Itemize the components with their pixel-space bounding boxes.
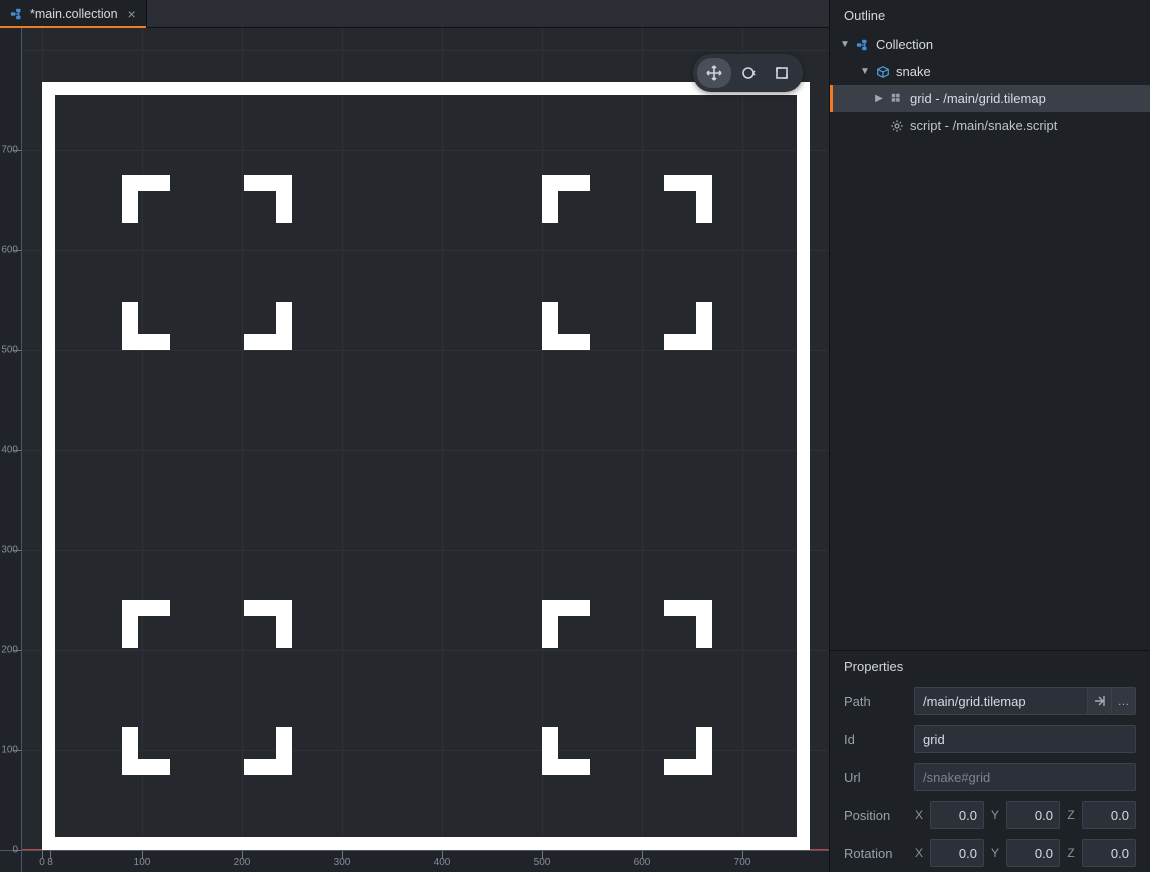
prop-label: Path (844, 694, 904, 709)
prop-row-rotation: Rotation X Y Z (830, 834, 1150, 872)
scene-canvas[interactable] (22, 28, 829, 850)
ruler-corner (0, 850, 22, 872)
node-label: Collection (876, 37, 933, 52)
properties-panel: Properties Path /main/grid.tilemap … Id … (830, 650, 1150, 872)
node-label: script - /main/snake.script (910, 118, 1057, 133)
axis-label: Y (990, 846, 1000, 860)
prop-label: Id (844, 732, 904, 747)
prop-label: Rotation (844, 846, 904, 861)
collection-icon (10, 7, 24, 21)
prop-row-url: Url /snake#grid (830, 758, 1150, 796)
collection-icon (856, 38, 870, 52)
node-label: grid - /main/grid.tilemap (910, 91, 1046, 106)
rotation-z-input[interactable] (1082, 839, 1136, 867)
tilemap-icon (890, 92, 904, 106)
close-icon[interactable]: × (128, 7, 136, 21)
axis-label: Z (1066, 808, 1076, 822)
prop-row-id: Id grid (830, 720, 1150, 758)
scale-tool-button[interactable] (765, 58, 799, 88)
editor-area: *main.collection × 010020030040050060070… (0, 0, 829, 872)
outline-node-grid[interactable]: grid - /main/grid.tilemap (830, 85, 1150, 112)
prop-label: Position (844, 808, 904, 823)
axis-label: Z (1066, 846, 1076, 860)
axis-label: X (914, 808, 924, 822)
position-z-input[interactable] (1082, 801, 1136, 829)
gear-icon (890, 119, 904, 133)
rotation-y-input[interactable] (1006, 839, 1060, 867)
outline-node-script[interactable]: script - /main/snake.script (830, 112, 1150, 139)
cube-icon (876, 65, 890, 79)
canvas-container: 0100200300400500600700 01002003004 (0, 28, 829, 872)
outline-tree: Collection snake grid - /main/grid.tilem… (830, 31, 1150, 650)
chevron-right-icon[interactable] (874, 93, 884, 104)
axis-label: X (914, 846, 924, 860)
id-field[interactable]: grid (914, 725, 1136, 753)
right-panel: Outline Collection snake grid - /main/gr… (829, 0, 1150, 872)
path-field[interactable]: /main/grid.tilemap (914, 687, 1088, 715)
outline-title: Outline (830, 0, 1150, 31)
rotation-x-input[interactable] (930, 839, 984, 867)
outline-node-snake[interactable]: snake (830, 58, 1150, 85)
properties-title: Properties (830, 651, 1150, 682)
axis-label: Y (990, 808, 1000, 822)
chevron-down-icon[interactable] (840, 39, 850, 50)
chevron-down-icon[interactable] (860, 66, 870, 77)
position-y-input[interactable] (1006, 801, 1060, 829)
tab-main-collection[interactable]: *main.collection × (0, 0, 147, 27)
ruler-horizontal: 01002003004005006007008 (22, 850, 829, 872)
browse-button[interactable]: … (1112, 687, 1136, 715)
ruler-vertical: 0100200300400500600700 (0, 28, 22, 850)
prop-row-position: Position X Y Z (830, 796, 1150, 834)
tab-bar: *main.collection × (0, 0, 829, 28)
url-field: /snake#grid (914, 763, 1136, 791)
viewport-toolbar (693, 54, 803, 92)
outline-node-collection[interactable]: Collection (830, 31, 1150, 58)
prop-row-path: Path /main/grid.tilemap … (830, 682, 1150, 720)
prop-label: Url (844, 770, 904, 785)
tab-title: *main.collection (30, 7, 118, 21)
rotate-tool-button[interactable] (731, 58, 765, 88)
goto-resource-button[interactable] (1088, 687, 1112, 715)
node-label: snake (896, 64, 931, 79)
move-tool-button[interactable] (697, 58, 731, 88)
position-x-input[interactable] (930, 801, 984, 829)
